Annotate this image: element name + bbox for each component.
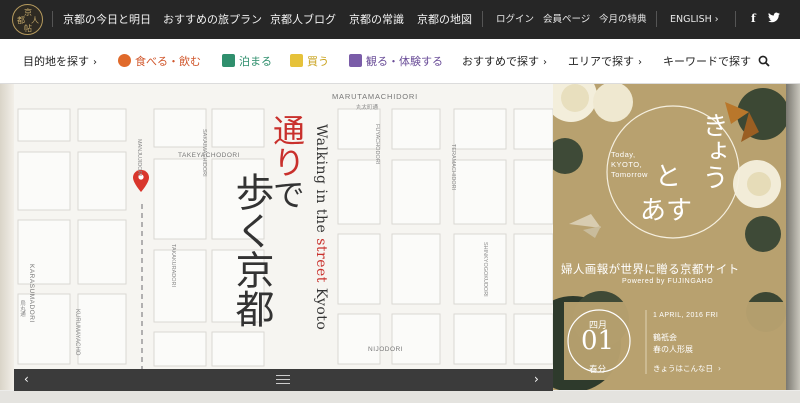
- language-label: ENGLISH: [670, 14, 712, 25]
- nav-area-label: エリアで探す: [568, 55, 634, 68]
- prev-slide-peek: [0, 84, 14, 390]
- hero-title-line1: 通りで: [268, 114, 306, 210]
- hero-slider: MARUTAMACHIDORI 丸太町通 TAKEYACHODORI NIJOD…: [0, 84, 800, 403]
- nav-see-label: 観る・体験する: [366, 55, 443, 68]
- panel-powered-by: Powered by FUJINGAHO: [622, 278, 714, 285]
- prev-slide-button[interactable]: ‹: [24, 372, 29, 386]
- divider: [735, 11, 736, 27]
- facebook-icon[interactable]: f: [751, 12, 756, 26]
- street-label-marutamachi-jp: 丸太町通: [356, 105, 379, 111]
- chevron-right-icon: ›: [93, 57, 97, 68]
- topnav-today-tomorrow[interactable]: 京都の今日と明日: [63, 13, 151, 26]
- panel-tagline-2: KYOTO,: [611, 160, 643, 169]
- next-slide-button[interactable]: ›: [534, 372, 539, 386]
- street-label-karasuma: KARASUMADORI: [28, 264, 35, 323]
- logo-char: 人: [31, 16, 39, 25]
- date-season: 春分: [589, 365, 607, 375]
- search-icon: [758, 55, 770, 67]
- today-info-label: きょうはこんな日: [653, 364, 713, 373]
- panel-title-asu: あす: [640, 196, 693, 226]
- page-continuation: [0, 391, 800, 403]
- nav-eat-drink[interactable]: 食べる・飲む: [118, 54, 201, 70]
- street-label-marutamachi: MARUTAMACHIDORI: [332, 92, 419, 101]
- logo-char: 帖: [24, 24, 32, 33]
- nav-buy-label: 買う: [307, 55, 329, 68]
- chevron-right-icon: ›: [711, 14, 719, 25]
- street-label-takakura: TAKAKURADORI: [170, 244, 176, 287]
- event-name: 春の人形展: [653, 345, 693, 354]
- hero-subtitle-b: street: [313, 238, 329, 283]
- date-day: 01: [581, 326, 615, 356]
- nav-stay[interactable]: 泊まる: [222, 54, 272, 70]
- nav-recommend[interactable]: おすすめで探す ›: [462, 54, 547, 70]
- panel-title-to: と: [655, 162, 682, 192]
- topnav-travel-plans[interactable]: おすすめの旅プラン: [163, 13, 262, 26]
- top-bar: 京 都 人 帖 京都の今日と明日 おすすめの旅プラン 京都人ブログ 京都の常識 …: [0, 0, 800, 39]
- nav-recommend-label: おすすめで探す: [462, 55, 539, 68]
- nav-keyword-label: キーワードで探す: [663, 55, 751, 68]
- topnav-common-sense[interactable]: 京都の常識: [349, 13, 404, 26]
- nav-destination-label: 目的地を探す: [23, 55, 89, 68]
- bowl-icon: [118, 54, 131, 67]
- divider: [52, 11, 53, 27]
- hero-title-line2: 歩く京都: [229, 172, 274, 328]
- street-label-manjuji: MANJUJIDORI: [136, 139, 142, 176]
- slider-controls: ‹ ›: [14, 369, 553, 391]
- nav-area[interactable]: エリアで探す ›: [568, 54, 642, 70]
- language-switch[interactable]: ENGLISH ›: [670, 14, 719, 26]
- bag-icon: [290, 54, 303, 67]
- panel-title-kyou: きょう: [698, 112, 728, 190]
- topnav-map[interactable]: 京都の地図: [417, 13, 472, 26]
- chevron-right-icon: ›: [638, 57, 642, 68]
- house-icon: [222, 54, 235, 67]
- nav-buy[interactable]: 買う: [290, 54, 329, 70]
- chevron-right-icon: ›: [718, 364, 721, 373]
- street-label-takeyacho: TAKEYACHODORI: [178, 152, 240, 159]
- nav-eat-label: 食べる・飲む: [135, 55, 201, 68]
- kyoto-asu-banner[interactable]: きょう と あす Today, KYOTO, Tomorrow 婦人画報が世界に…: [553, 84, 786, 390]
- twitter-icon[interactable]: [768, 12, 780, 27]
- topnav-blog[interactable]: 京都人ブログ: [270, 13, 336, 26]
- street-label-nijo: NIJODORI: [368, 346, 404, 353]
- picture-icon: [349, 54, 362, 67]
- nav-destination[interactable]: 目的地を探す ›: [23, 54, 97, 70]
- hero-subtitle-a: Walking in the: [313, 124, 329, 234]
- divider: [656, 11, 657, 27]
- street-label-karasuma-jp: 烏丸通: [19, 300, 25, 317]
- hero-title-red: 通り: [268, 114, 306, 178]
- street-label-sakaimachi: SAKAIMACHIDORI: [201, 129, 207, 177]
- login-link[interactable]: ログイン: [496, 14, 534, 26]
- street-label-kurumaya: KURUMAYACHO: [74, 309, 80, 356]
- category-nav: 目的地を探す › 食べる・飲む 泊まる 買う 観る・体験する おすすめで探す › エ…: [0, 39, 800, 84]
- hero-subtitle-c: Kyoto: [313, 287, 329, 331]
- street-label-teramachi: TERAMACHIDORI: [450, 144, 456, 191]
- street-label-fuyacho: FUYACHODORI: [374, 124, 380, 165]
- event-place: 鶴祇会: [653, 333, 677, 342]
- panel-tagline-3: Tomorrow: [611, 170, 648, 179]
- panel-tagline-1: Today,: [611, 150, 636, 159]
- street-label-shinkyogoku: SHINKYOGOKUDORI: [482, 242, 488, 297]
- hero-subtitle: Walking in the street Kyoto: [313, 124, 329, 331]
- next-slide-peek: [786, 84, 800, 390]
- today-info-button[interactable]: きょうはこんな日 ›: [653, 363, 721, 374]
- divider: [482, 11, 483, 27]
- date-full: 1 APRIL, 2016 FRI: [653, 312, 719, 319]
- monthly-perk-link[interactable]: 今月の特典: [599, 14, 647, 26]
- panel-subtitle: 婦人画報が世界に贈る京都サイト: [561, 262, 740, 276]
- map-slide[interactable]: MARUTAMACHIDORI 丸太町通 TAKEYACHODORI NIJOD…: [14, 84, 553, 390]
- nav-see-experience[interactable]: 観る・体験する: [349, 54, 443, 70]
- site-logo[interactable]: 京 都 人 帖: [12, 4, 43, 35]
- slide-menu-icon[interactable]: [276, 375, 290, 384]
- moth-icon: [569, 214, 601, 238]
- chevron-right-icon: ›: [543, 57, 547, 68]
- nav-keyword-search[interactable]: キーワードで探す: [663, 54, 770, 70]
- nav-stay-label: 泊まる: [239, 55, 272, 68]
- member-page-link[interactable]: 会員ページ: [543, 14, 590, 26]
